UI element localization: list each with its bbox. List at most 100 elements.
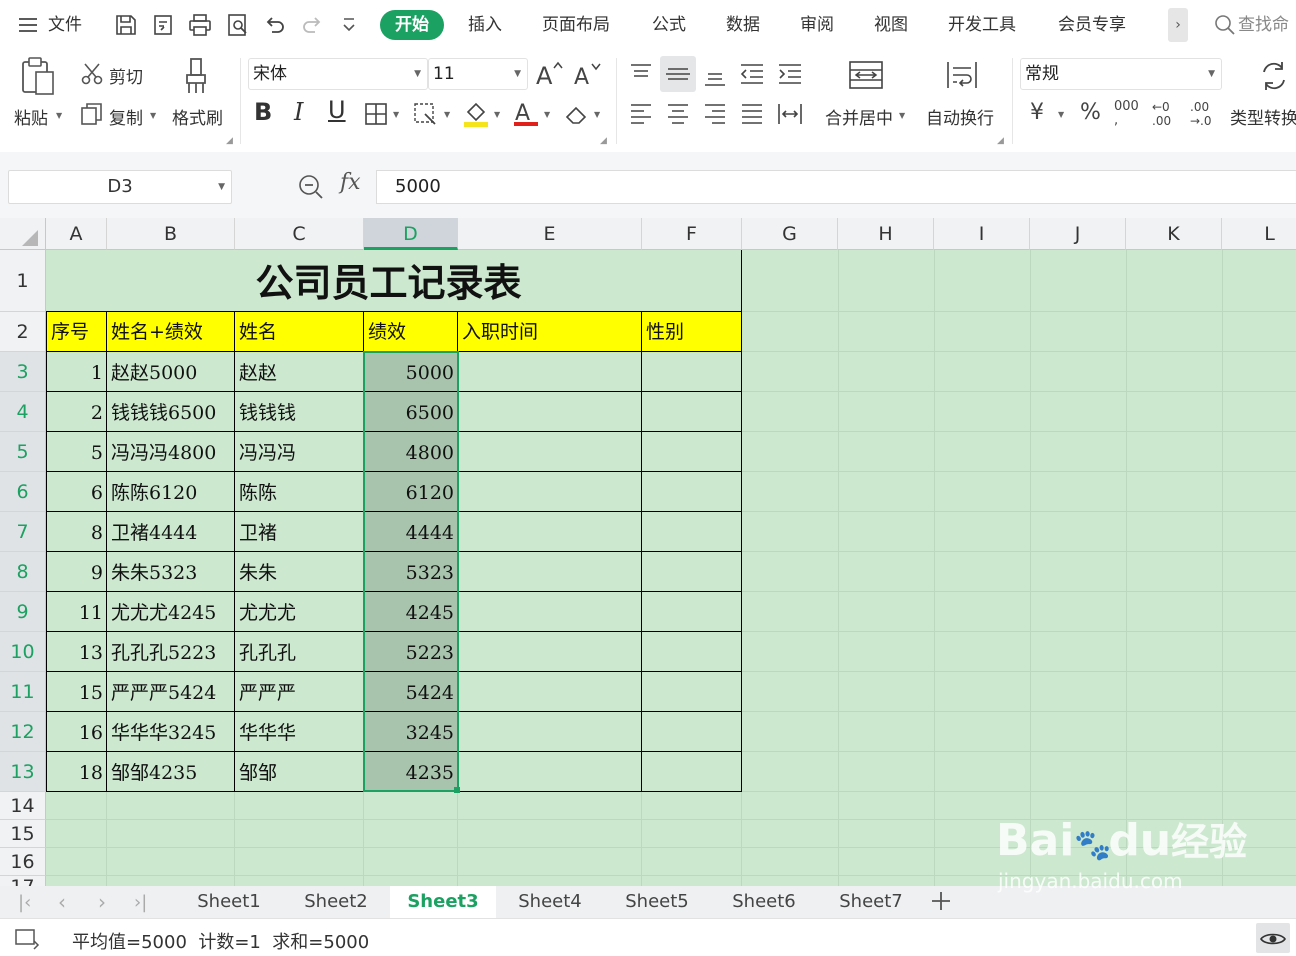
row-header[interactable]: 6	[0, 472, 46, 512]
cell-hire-date[interactable]	[458, 672, 642, 712]
column-header-k[interactable]: K	[1126, 218, 1222, 250]
font-name-select[interactable]: 宋体 ▼	[248, 58, 428, 90]
cell-hire-date[interactable]	[458, 352, 642, 392]
bold-icon[interactable]: B	[254, 98, 272, 126]
row-header[interactable]: 13	[0, 752, 46, 792]
distributed-align-icon[interactable]	[776, 102, 804, 126]
cell-perf[interactable]: 3245	[364, 712, 458, 752]
paste-dropdown-icon[interactable]: ▼	[56, 111, 62, 120]
cell-hire-date[interactable]	[458, 512, 642, 552]
row-header[interactable]: 9	[0, 592, 46, 632]
cell-name-perf[interactable]: 严严严5424	[107, 672, 235, 712]
currency-icon[interactable]: ¥	[1030, 100, 1044, 125]
cut-button[interactable]: 剪切	[109, 63, 143, 88]
sheet-tab-5[interactable]: Sheet5	[604, 886, 710, 918]
cell-gender[interactable]	[642, 672, 742, 712]
row-header[interactable]: 17	[0, 876, 46, 886]
copy-dropdown-icon[interactable]: ▼	[150, 111, 156, 120]
add-sheet-icon[interactable]	[930, 890, 952, 912]
font-size-select[interactable]: 11 ▼	[428, 58, 528, 90]
sheet-tab-2[interactable]: Sheet2	[283, 886, 389, 918]
quick-access-dropdown-icon[interactable]	[342, 17, 356, 33]
row-header[interactable]: 16	[0, 848, 46, 876]
column-header-c[interactable]: C	[235, 218, 364, 250]
print-icon[interactable]	[188, 13, 212, 37]
paste-icon[interactable]	[20, 56, 56, 96]
convert-type-button[interactable]: 类型转换	[1230, 104, 1296, 129]
row-header[interactable]: 8	[0, 552, 46, 592]
undo-icon[interactable]	[263, 13, 287, 37]
zoom-formula-icon[interactable]	[298, 174, 324, 200]
cell-name[interactable]: 严严严	[235, 672, 364, 712]
file-menu[interactable]: 文件	[48, 0, 82, 50]
tab-member[interactable]: 会员专享	[1058, 0, 1126, 50]
decrease-font-icon[interactable]: A	[574, 60, 602, 88]
row-header[interactable]: 1	[0, 250, 46, 312]
cell-no[interactable]: 8	[46, 512, 107, 552]
cell-name-perf[interactable]: 陈陈6120	[107, 472, 235, 512]
row-header[interactable]: 5	[0, 432, 46, 472]
redo-icon[interactable]	[300, 13, 324, 37]
search-icon[interactable]	[1214, 14, 1236, 36]
fill-color-dropdown-icon[interactable]: ▼	[494, 110, 500, 119]
cell-name[interactable]: 朱朱	[235, 552, 364, 592]
cell-hire-date[interactable]	[458, 432, 642, 472]
export-icon[interactable]	[151, 13, 175, 37]
cell-name[interactable]: 华华华	[235, 712, 364, 752]
row-header[interactable]: 10	[0, 632, 46, 672]
select-all-corner[interactable]	[0, 218, 46, 250]
increase-indent-icon[interactable]	[776, 62, 804, 86]
column-header-g[interactable]: G	[742, 218, 838, 250]
sheet-tab-6[interactable]: Sheet6	[711, 886, 817, 918]
cell-gender[interactable]	[642, 632, 742, 672]
merge-dropdown-icon[interactable]: ▼	[899, 111, 905, 120]
row-header[interactable]: 7	[0, 512, 46, 552]
cell-name[interactable]: 钱钱钱	[235, 392, 364, 432]
cell-gender[interactable]	[642, 432, 742, 472]
row-header[interactable]: 14	[0, 792, 46, 820]
cell-name-perf[interactable]: 孔孔孔5223	[107, 632, 235, 672]
sheet-tab-7[interactable]: Sheet7	[818, 886, 924, 918]
column-header-l[interactable]: L	[1222, 218, 1296, 250]
currency-dropdown-icon[interactable]: ▼	[1058, 110, 1064, 119]
cell-perf[interactable]: 6500	[364, 392, 458, 432]
eraser-icon[interactable]	[564, 102, 590, 126]
save-icon[interactable]	[114, 13, 138, 37]
cell-name[interactable]: 邹邹	[235, 752, 364, 792]
column-header-b[interactable]: B	[107, 218, 235, 250]
spreadsheet-grid[interactable]: A B C D E F G H I J K L 1 2 3 4 5 6 7 8 …	[0, 218, 1296, 886]
cell-hire-date[interactable]	[458, 752, 642, 792]
cell-name[interactable]: 冯冯冯	[235, 432, 364, 472]
merge-center-button[interactable]: 合并居中	[825, 104, 893, 129]
cell-perf[interactable]: 5223	[364, 632, 458, 672]
decrease-indent-icon[interactable]	[738, 62, 766, 86]
cell-no[interactable]: 1	[46, 352, 107, 392]
cell-perf[interactable]: 5323	[364, 552, 458, 592]
font-color-dropdown-icon[interactable]: ▼	[544, 110, 550, 119]
row-header[interactable]: 11	[0, 672, 46, 712]
cell-style-dropdown-icon[interactable]: ▼	[444, 110, 450, 119]
align-center-icon[interactable]	[665, 102, 691, 126]
align-right-icon[interactable]	[702, 102, 728, 126]
tab-data[interactable]: 数据	[726, 0, 760, 50]
scissors-icon[interactable]	[80, 62, 104, 86]
sheet-tab-4[interactable]: Sheet4	[497, 886, 603, 918]
cell-no[interactable]: 16	[46, 712, 107, 752]
cell-name-perf[interactable]: 尤尤尤4245	[107, 592, 235, 632]
last-sheet-icon[interactable]: ›|	[134, 892, 147, 913]
cell-gender[interactable]	[642, 712, 742, 752]
underline-icon[interactable]: U	[328, 96, 346, 124]
column-header-h[interactable]: H	[838, 218, 934, 250]
cell-hire-date[interactable]	[458, 712, 642, 752]
sheet-tab-1[interactable]: Sheet1	[176, 886, 282, 918]
cell-hire-date[interactable]	[458, 552, 642, 592]
cell-name[interactable]: 尤尤尤	[235, 592, 364, 632]
justify-icon[interactable]	[739, 102, 765, 126]
font-launcher-icon[interactable]: ◢	[600, 136, 607, 146]
column-header-j[interactable]: J	[1030, 218, 1126, 250]
paste-button[interactable]: 粘贴	[14, 104, 48, 129]
align-top-icon[interactable]	[628, 62, 654, 86]
column-header-f[interactable]: F	[642, 218, 742, 250]
align-left-icon[interactable]	[628, 102, 654, 126]
cell-hire-date[interactable]	[458, 632, 642, 672]
